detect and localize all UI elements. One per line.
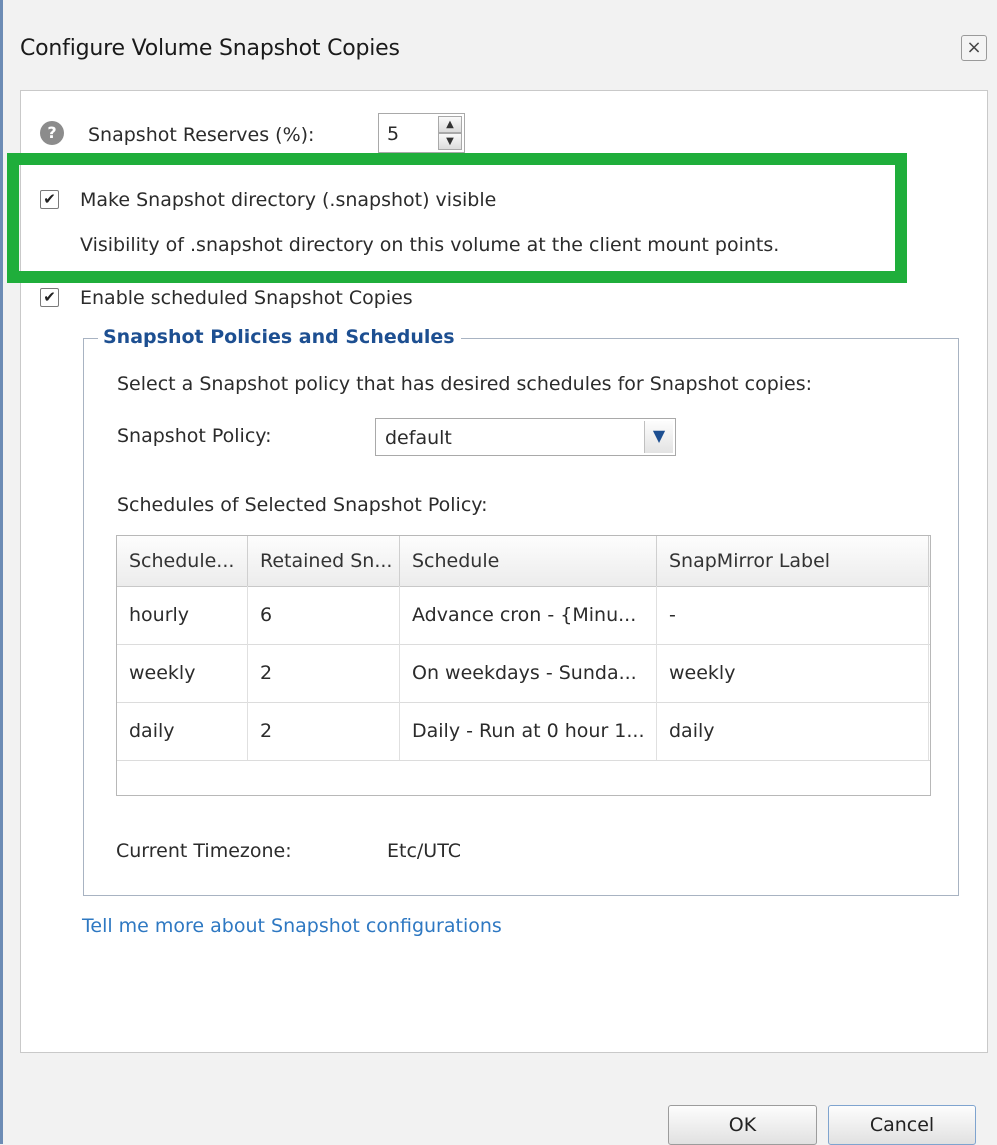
policy-instruction: Select a Snapshot policy that has desire… — [117, 373, 813, 395]
table-header: Schedule... Retained Sn... Schedule Snap… — [117, 536, 930, 587]
table-cell: Advance cron - {Minu... — [400, 586, 657, 644]
column-header-schedule-name[interactable]: Schedule... — [117, 536, 248, 586]
table-cell: 2 — [248, 702, 400, 760]
table-row[interactable]: hourly 6 Advance cron - {Minu... - — [117, 586, 930, 645]
snapshot-reserve-spinner[interactable]: 5 ▲ ▼ — [378, 113, 465, 153]
snapshot-policy-label: Snapshot Policy: — [117, 425, 272, 447]
help-icon[interactable]: ? — [40, 121, 64, 145]
table-cell: On weekdays - Sunda... — [400, 644, 657, 702]
table-cell: daily — [657, 702, 929, 760]
dialog-title: Configure Volume Snapshot Copies — [20, 36, 400, 61]
table-cell: 2 — [248, 644, 400, 702]
ok-button[interactable]: OK — [668, 1105, 817, 1145]
table-cell: Daily - Run at 0 hour 1... — [400, 702, 657, 760]
snapshot-policy-select[interactable]: default ▼ — [375, 418, 676, 456]
table-cell: weekly — [657, 644, 929, 702]
close-icon: × — [966, 37, 982, 58]
table-cell: hourly — [117, 586, 248, 644]
timezone-value: Etc/UTC — [387, 840, 461, 862]
table-cell: - — [657, 586, 929, 644]
cancel-button[interactable]: Cancel — [828, 1105, 976, 1145]
highlight-box — [7, 153, 907, 283]
spin-down-arrow-icon[interactable]: ▼ — [438, 133, 462, 150]
snapshot-reserve-value[interactable]: 5 — [387, 123, 399, 145]
schedules-table: Schedule... Retained Sn... Schedule Snap… — [116, 535, 931, 796]
close-button[interactable]: × — [961, 35, 987, 61]
table-row[interactable]: weekly 2 On weekdays - Sunda... weekly — [117, 644, 930, 703]
enable-scheduled-label: Enable scheduled Snapshot Copies — [80, 287, 413, 309]
column-header-schedule[interactable]: Schedule — [400, 536, 657, 586]
table-row[interactable]: daily 2 Daily - Run at 0 hour 1... daily — [117, 702, 930, 761]
enable-scheduled-checkbox[interactable]: ✔ — [40, 288, 59, 307]
column-header-snapmirror-label[interactable]: SnapMirror Label — [657, 536, 929, 586]
table-cell: 6 — [248, 586, 400, 644]
spin-up-arrow-icon[interactable]: ▲ — [438, 116, 462, 133]
snapshot-reserve-label: Snapshot Reserves (%): — [88, 124, 315, 146]
column-header-retained[interactable]: Retained Sn... — [248, 536, 400, 586]
snapshot-policy-value: default — [385, 427, 452, 449]
table-cell: weekly — [117, 644, 248, 702]
snapshot-help-link[interactable]: Tell me more about Snapshot configuratio… — [82, 915, 502, 937]
timezone-label: Current Timezone: — [116, 840, 292, 862]
chevron-down-icon[interactable]: ▼ — [644, 421, 673, 453]
schedules-label: Schedules of Selected Snapshot Policy: — [117, 494, 488, 516]
table-cell: daily — [117, 702, 248, 760]
policies-legend: Snapshot Policies and Schedules — [98, 326, 461, 348]
window-edge — [0, 0, 3, 1144]
